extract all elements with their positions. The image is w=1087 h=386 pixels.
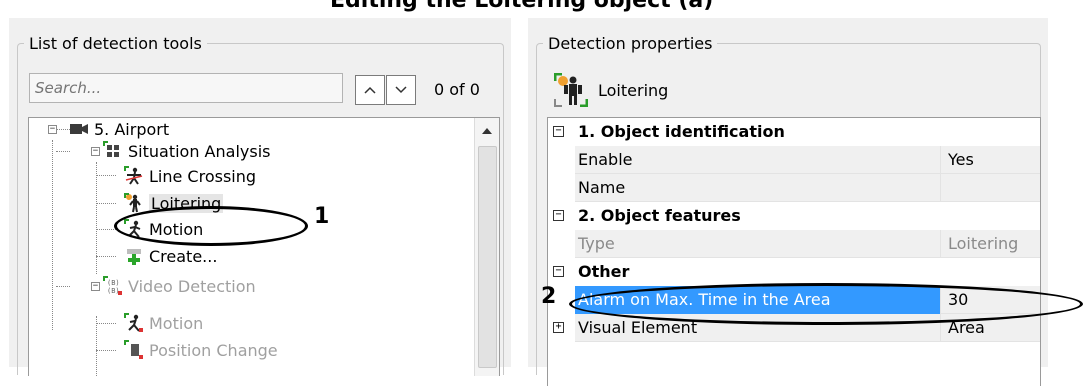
search-result-counter: 0 of 0 — [434, 80, 480, 99]
property-value[interactable]: Yes — [948, 150, 974, 169]
search-next-button[interactable] — [386, 75, 416, 105]
scroll-thumb[interactable] — [478, 146, 497, 368]
tree-expander-video-detection[interactable]: − — [91, 282, 100, 291]
category-other[interactable]: − Other — [548, 258, 1040, 286]
search-input[interactable] — [29, 73, 343, 103]
collapse-icon[interactable]: − — [553, 210, 564, 221]
loitering-icon — [554, 73, 588, 107]
property-grid[interactable]: − 1. Object identification Enable Yes Na… — [547, 117, 1041, 386]
expand-icon[interactable]: + — [553, 322, 564, 333]
detection-properties-title: Detection properties — [543, 34, 718, 53]
property-type[interactable]: Type Loitering — [548, 230, 1040, 258]
svg-text:(B): (B) — [107, 279, 120, 287]
detection-tools-tree[interactable]: − − − 5. Airport Situation Analysis Line… — [28, 117, 500, 376]
selected-tool-header: Loitering — [554, 73, 668, 107]
tree-item-motion-disabled[interactable]: Motion — [124, 312, 203, 334]
scroll-up-arrow-icon — [482, 128, 492, 134]
tree-item-position-change[interactable]: Position Change — [124, 339, 278, 361]
selected-tool-name: Loitering — [598, 80, 669, 100]
tree-expander-airport[interactable]: − — [48, 125, 57, 134]
property-enable[interactable]: Enable Yes — [548, 146, 1040, 174]
callout-ellipse-2 — [569, 283, 1083, 325]
situation-analysis-icon — [103, 141, 123, 161]
scroll-up-button[interactable] — [475, 118, 499, 144]
callout-ellipse-1 — [114, 206, 308, 246]
line-crossing-icon — [124, 166, 144, 186]
property-value: Loitering — [948, 234, 1019, 253]
tree-item-video-detection[interactable]: (B) (B) Video Detection — [103, 275, 256, 297]
figure-caption: Editing the Loitering object (a) — [330, 0, 714, 13]
collapse-icon[interactable]: − — [553, 126, 564, 137]
collapse-icon[interactable]: − — [553, 266, 564, 277]
chevron-up-icon — [364, 86, 376, 94]
search-previous-button[interactable] — [355, 75, 385, 105]
category-object-identification[interactable]: − 1. Object identification — [548, 118, 1040, 146]
create-plus-icon — [124, 246, 144, 266]
detection-tools-title: List of detection tools — [24, 34, 207, 53]
tree-scrollbar[interactable] — [474, 118, 499, 376]
position-change-icon — [124, 340, 144, 360]
motion-icon — [124, 313, 144, 333]
callout-number-2: 2 — [541, 284, 557, 309]
category-object-features[interactable]: − 2. Object features — [548, 202, 1040, 230]
tree-item-create[interactable]: Create... — [124, 245, 217, 267]
tree-item-situation-analysis[interactable]: Situation Analysis — [103, 140, 270, 162]
tree-item-line-crossing[interactable]: Line Crossing — [124, 165, 256, 187]
property-name[interactable]: Name — [548, 174, 1040, 202]
svg-text:(B): (B) — [107, 287, 120, 295]
detection-tools-panel: List of detection tools 0 of 0 − − − 5. … — [9, 18, 511, 376]
camera-icon — [69, 119, 89, 139]
loitering-icon — [124, 193, 144, 213]
tree-item-airport[interactable]: 5. Airport — [69, 118, 169, 140]
callout-number-1: 1 — [314, 204, 330, 229]
video-detection-icon: (B) (B) — [103, 276, 123, 296]
tree-expander-situation-analysis[interactable]: − — [91, 147, 100, 156]
chevron-down-icon — [395, 86, 407, 94]
